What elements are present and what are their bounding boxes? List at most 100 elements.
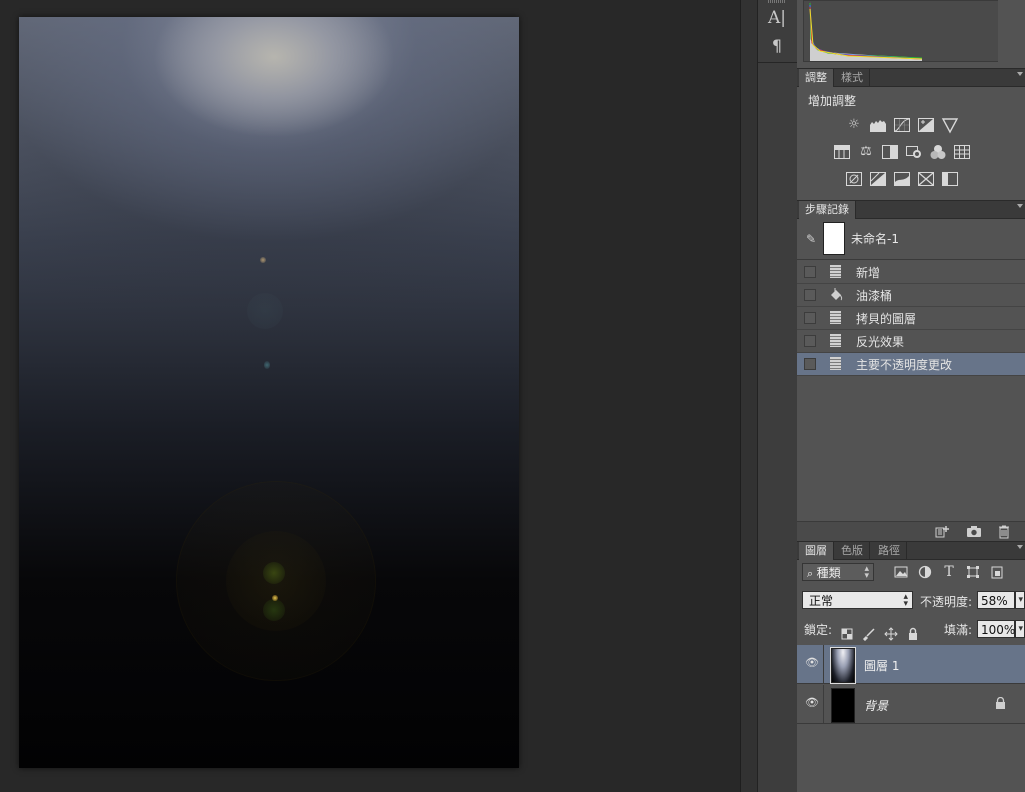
histogram-panel: [797, 0, 1025, 68]
layer-row-background[interactable]: 👁 背景: [797, 685, 1025, 724]
shape-layer-filter-icon[interactable]: [965, 564, 981, 580]
adjustments-menu-icon[interactable]: [1017, 72, 1023, 76]
invert-icon[interactable]: [845, 170, 863, 188]
layer-name[interactable]: 背景: [864, 697, 888, 714]
fill-input[interactable]: 100%: [977, 620, 1015, 638]
history-source-checkbox[interactable]: [804, 312, 816, 324]
visibility-divider: [823, 645, 824, 683]
tab-channels[interactable]: 色版: [835, 542, 870, 559]
pixel-layer-filter-icon[interactable]: [893, 564, 909, 580]
tab-adjustments[interactable]: 調整: [799, 69, 834, 87]
new-document-from-state-icon[interactable]: [934, 524, 950, 539]
search-icon: ⌕: [807, 567, 817, 580]
opacity-input[interactable]: 58%: [977, 591, 1015, 609]
lock-transparent-pixels-icon[interactable]: [840, 627, 854, 641]
document-icon: [830, 311, 841, 324]
history-item-selected[interactable]: 主要不透明度更改: [797, 353, 1025, 376]
vibrance-icon[interactable]: [941, 116, 959, 134]
selective-color-icon[interactable]: [917, 170, 935, 188]
blend-mode-select[interactable]: 正常 ▴ ▾: [802, 591, 913, 609]
history-item[interactable]: 新增: [797, 261, 1025, 284]
exposure-icon[interactable]: [917, 116, 935, 134]
trash-icon[interactable]: [996, 524, 1012, 539]
layer-filter-kind-value: 種類: [816, 566, 841, 580]
chevron-down-icon: ▾: [1018, 624, 1023, 634]
camera-snapshot-icon[interactable]: [966, 524, 982, 539]
photo-filter-icon[interactable]: [905, 143, 923, 161]
chevron-updown-icon: ▴ ▾: [903, 592, 908, 609]
lock-image-pixels-icon[interactable]: [862, 627, 876, 642]
document-icon: [830, 334, 841, 347]
adjustments-panel: 調整 樣式 增加調整 ☼ ⚖: [797, 68, 1025, 199]
panel-dock-divider[interactable]: [740, 0, 758, 792]
threshold-icon[interactable]: [893, 170, 911, 188]
lens-flare-dot-small: [264, 361, 270, 369]
history-item-label: 主要不透明度更改: [856, 358, 953, 372]
tab-styles[interactable]: 樣式: [835, 69, 870, 86]
history-footer: [797, 521, 1025, 541]
history-menu-icon[interactable]: [1017, 204, 1023, 208]
curves-icon[interactable]: [893, 116, 911, 134]
posterize-icon[interactable]: [869, 170, 887, 188]
history-source-checkbox[interactable]: [804, 289, 816, 301]
tab-paths[interactable]: 路徑: [872, 542, 907, 559]
layer-thumbnail[interactable]: [830, 647, 856, 684]
history-item[interactable]: 拷貝的圖層: [797, 307, 1025, 330]
document-workspace: [0, 0, 740, 792]
history-item[interactable]: 油漆桶: [797, 284, 1025, 307]
tab-layers[interactable]: 圖層: [799, 542, 834, 560]
document-icon: [830, 265, 841, 278]
channel-mixer-icon[interactable]: [929, 143, 947, 161]
strip-grip[interactable]: [768, 0, 786, 3]
fill-label: 填滿:: [944, 623, 973, 637]
paragraph-panel-icon[interactable]: ¶: [764, 36, 790, 56]
history-item[interactable]: 反光效果: [797, 330, 1025, 353]
black-white-icon[interactable]: [881, 143, 899, 161]
history-source-checkbox[interactable]: [804, 335, 816, 347]
brightness-contrast-icon[interactable]: ☼: [845, 116, 863, 134]
lens-flare-ghost-lower: [263, 599, 285, 621]
eye-icon[interactable]: 👁: [805, 697, 819, 709]
layer-thumbnail[interactable]: [831, 688, 855, 723]
chevron-updown-icon: ▴ ▾: [864, 564, 869, 581]
history-source-checkbox[interactable]: [804, 266, 816, 278]
gradient-map-icon[interactable]: [941, 170, 959, 188]
fill-slider-toggle[interactable]: ▾: [1015, 620, 1025, 638]
lock-position-icon[interactable]: [884, 627, 898, 641]
character-panel-icon[interactable]: A|: [764, 8, 790, 28]
tab-history[interactable]: 步驟記錄: [799, 201, 856, 219]
history-snapshot[interactable]: ✎ 未命名-1: [797, 219, 1025, 260]
layer-name[interactable]: 圖層 1: [864, 657, 899, 674]
eye-icon[interactable]: 👁: [805, 657, 819, 669]
lock-icon: [995, 696, 1006, 712]
collapsed-panel-strip: A| ¶: [757, 0, 798, 792]
history-item-label: 反光效果: [856, 335, 905, 349]
hue-saturation-icon[interactable]: [833, 143, 851, 161]
history-source-checkbox[interactable]: [804, 358, 816, 370]
adjustment-layer-filter-icon[interactable]: [917, 564, 933, 580]
snapshot-thumbnail: [823, 222, 845, 255]
right-panel-dock: 調整 樣式 增加調整 ☼ ⚖ 步驟記錄 ✎ 未命名-1 新增 油漆桶 拷貝的圖層…: [797, 0, 1025, 792]
layer-filter-kind-select[interactable]: ⌕ 種類 ▴ ▾: [802, 563, 874, 581]
adjustments-tabbar: 調整 樣式: [797, 68, 1025, 87]
layers-tabbar: 圖層 色版 路徑: [797, 541, 1025, 560]
type-layer-filter-icon[interactable]: T: [941, 564, 957, 580]
color-balance-icon[interactable]: ⚖: [857, 143, 875, 161]
history-item-label: 新增: [856, 266, 881, 280]
paint-bucket-icon: [829, 287, 843, 302]
color-lookup-icon[interactable]: [953, 143, 971, 161]
lens-flare-ghost-upper: [263, 562, 285, 584]
histogram-display: [803, 0, 999, 62]
layers-menu-icon[interactable]: [1017, 545, 1023, 549]
lock-all-icon[interactable]: [906, 627, 920, 641]
chevron-down-icon: ▾: [1018, 595, 1023, 605]
smart-object-filter-icon[interactable]: [989, 564, 1005, 580]
visibility-divider: [823, 685, 824, 723]
levels-icon[interactable]: [869, 116, 887, 134]
histogram-graph: [809, 1, 923, 61]
strip-divider: [758, 62, 797, 63]
document-canvas[interactable]: [19, 17, 519, 768]
layer-row-layer1[interactable]: 👁 圖層 1: [797, 645, 1025, 684]
opacity-slider-toggle[interactable]: ▾: [1015, 591, 1025, 609]
history-brush-source-icon[interactable]: ✎: [804, 232, 818, 246]
